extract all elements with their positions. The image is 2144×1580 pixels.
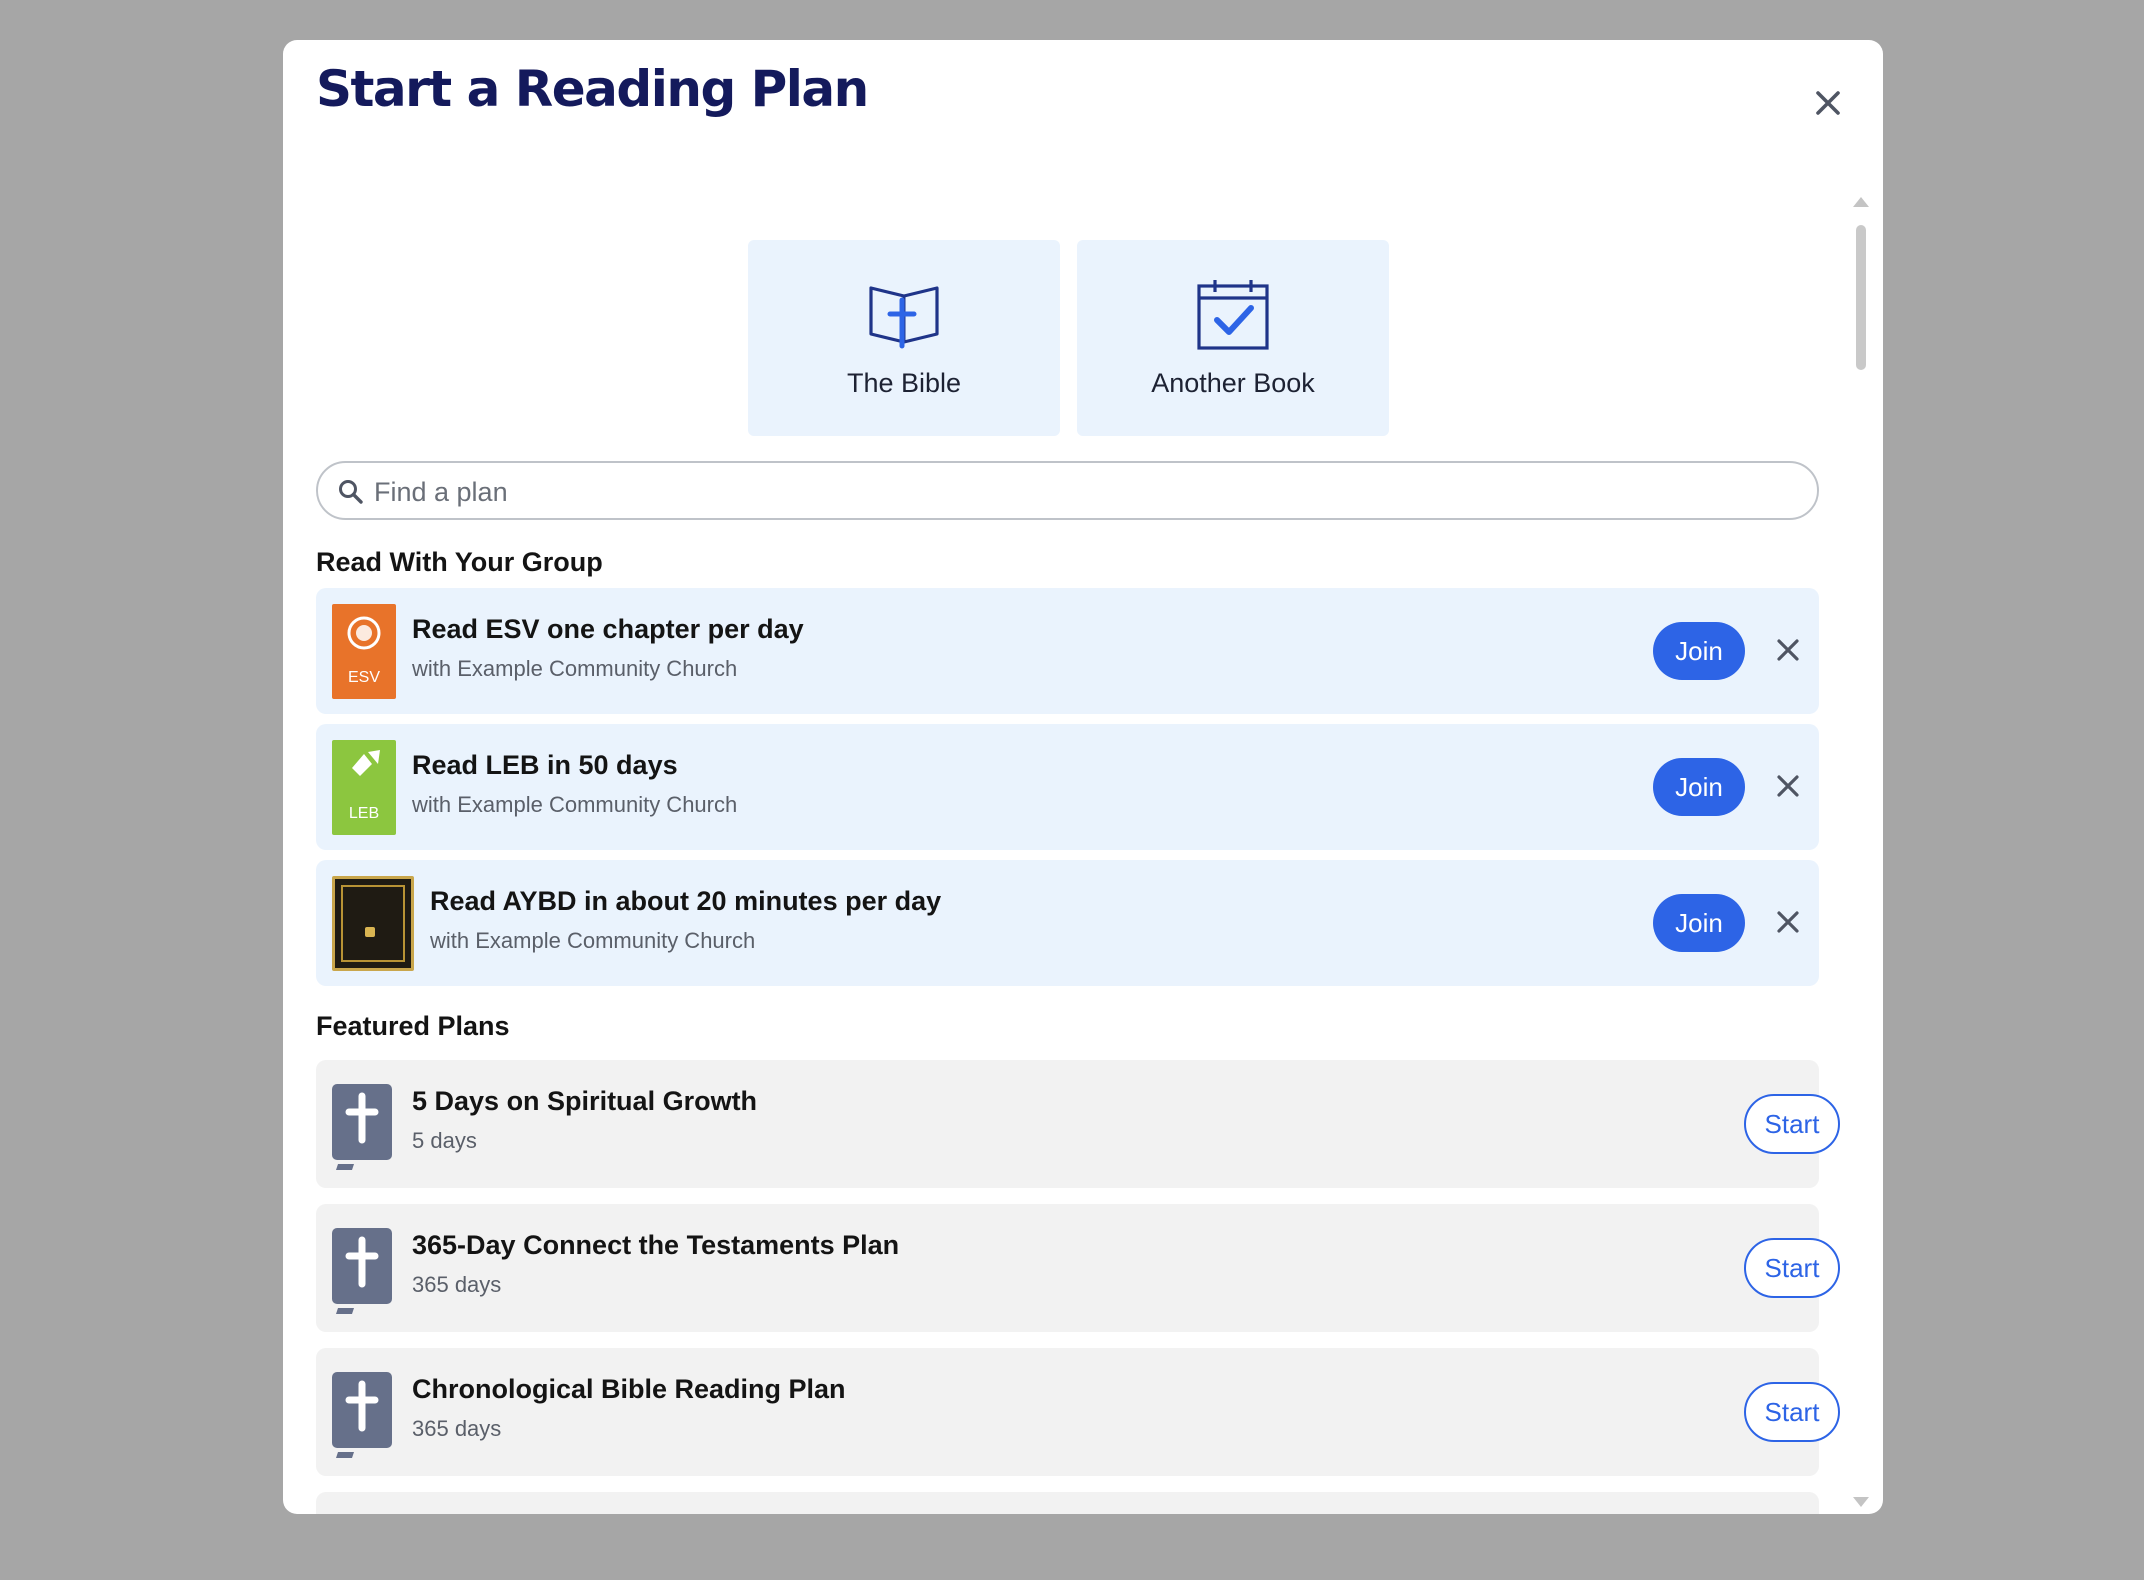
bible-cross-icon: [332, 1084, 392, 1170]
another-book-option[interactable]: Another Book: [1077, 240, 1389, 436]
dismiss-button[interactable]: [1768, 630, 1808, 670]
dismiss-button[interactable]: [1768, 902, 1808, 942]
cover-tag: ESV: [347, 669, 380, 686]
another-book-label: Another Book: [1151, 368, 1315, 398]
group-plan-item[interactable]: Read AYBD in about 20 minutes per day wi…: [316, 860, 1819, 986]
join-button[interactable]: Join: [1653, 894, 1745, 952]
leb-cover: LEB: [332, 740, 396, 835]
close-icon: [1777, 639, 1799, 661]
esv-cover: ESV: [332, 604, 396, 699]
plan-title: 365-Day Connect the Testaments Plan: [412, 1230, 900, 1260]
search-field[interactable]: [316, 461, 1819, 520]
plan-duration: 5 days: [412, 1128, 477, 1153]
group-plan-item[interactable]: LEB Read LEB in 50 days with Example Com…: [316, 724, 1819, 850]
cover-tag: LEB: [348, 805, 380, 822]
featured-plan-item[interactable]: [316, 1492, 1819, 1514]
scrollbar-thumb[interactable]: [1856, 225, 1866, 370]
dismiss-button[interactable]: [1768, 766, 1808, 806]
join-button[interactable]: Join: [1653, 622, 1745, 680]
search-input[interactable]: [372, 471, 1776, 513]
the-bible-label: The Bible: [846, 368, 962, 398]
plan-group: with Example Community Church: [412, 792, 738, 817]
join-button[interactable]: Join: [1653, 758, 1745, 816]
featured-plan-item[interactable]: Chronological Bible Reading Plan 365 day…: [316, 1348, 1840, 1476]
plan-title: Read AYBD in about 20 minutes per day: [430, 886, 942, 916]
modal-title: Start a Reading Plan: [316, 60, 869, 118]
plan-title: Chronological Bible Reading Plan: [412, 1374, 846, 1404]
esv-logo-icon: [347, 616, 381, 650]
plan-duration: 365 days: [412, 1416, 502, 1441]
plan-title: Read LEB in 50 days: [412, 750, 678, 780]
aybd-cover: [332, 876, 414, 971]
featured-plan-item[interactable]: 365-Day Connect the Testaments Plan 365 …: [316, 1204, 1840, 1332]
group-plan-item[interactable]: ESV Read ESV one chapter per day with Ex…: [316, 588, 1819, 714]
featured-plan-item[interactable]: 5 Days on Spiritual Growth 5 days Start: [316, 1060, 1840, 1188]
featured-section-title: Featured Plans: [316, 1011, 510, 1041]
start-button[interactable]: Start: [1744, 1382, 1840, 1442]
plan-duration: 365 days: [412, 1272, 502, 1297]
close-icon: [1816, 91, 1840, 115]
start-button[interactable]: Start: [1744, 1094, 1840, 1154]
calendar-check-icon: [1197, 280, 1269, 350]
bible-icon: [869, 286, 939, 349]
close-icon: [1777, 775, 1799, 797]
close-button[interactable]: [1803, 78, 1853, 128]
leb-logo-icon: [352, 750, 380, 776]
search-icon: [339, 480, 363, 504]
start-button[interactable]: Start: [1744, 1238, 1840, 1298]
plan-group: with Example Community Church: [412, 656, 738, 681]
bible-cross-icon: [332, 1372, 392, 1458]
scroll-up-arrow-icon[interactable]: [1853, 197, 1869, 207]
plan-group: with Example Community Church: [430, 928, 756, 953]
plan-title: 5 Days on Spiritual Growth: [412, 1086, 758, 1116]
the-bible-option[interactable]: The Bible: [748, 240, 1060, 436]
reading-plan-modal: Start a Reading Plan The Bible Another B…: [283, 40, 1883, 1514]
modal-content[interactable]: The Bible Another Book Read With Your Gr…: [283, 190, 1843, 1514]
group-section-title: Read With Your Group: [316, 547, 603, 577]
scrollbar[interactable]: [1853, 195, 1875, 1514]
scroll-down-arrow-icon[interactable]: [1853, 1497, 1869, 1507]
bible-cross-icon: [332, 1228, 392, 1314]
close-icon: [1777, 911, 1799, 933]
plan-title: Read ESV one chapter per day: [412, 614, 804, 644]
